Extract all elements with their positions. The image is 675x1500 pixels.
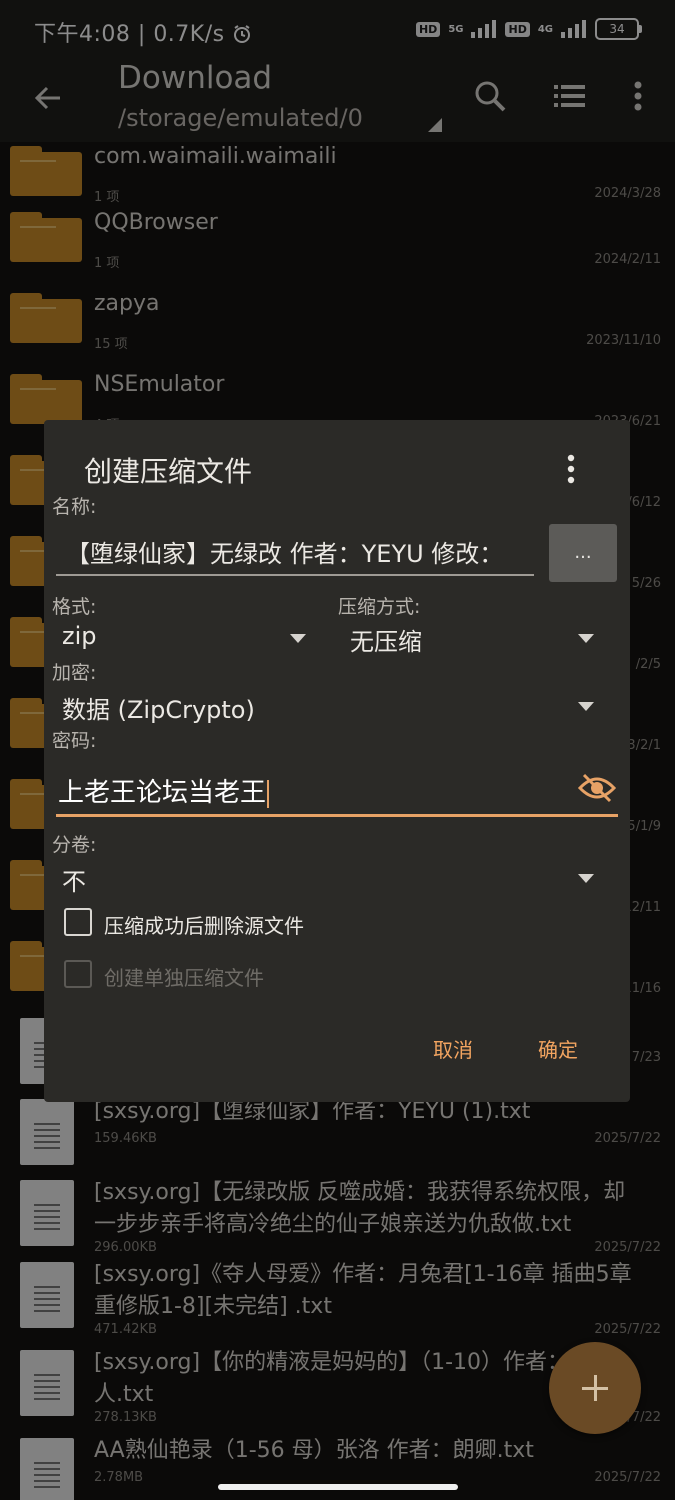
method-value: 无压缩 (350, 628, 422, 656)
chevron-down-icon (578, 702, 594, 711)
archive-name-input[interactable]: 【堕绿仙家】无绿改 作者：YEYU 修改： (56, 528, 534, 576)
chevron-down-icon (578, 874, 594, 883)
password-field[interactable]: 上老王论坛当老王 (56, 766, 618, 817)
delete-source-checkbox[interactable] (64, 908, 92, 936)
format-label: 格式: (52, 596, 97, 618)
dialog-title: 创建压缩文件 (84, 455, 253, 488)
password-value: 上老王论坛当老王 (58, 778, 267, 808)
split-volume-select[interactable]: 不 (50, 862, 598, 898)
separate-archive-checkbox (64, 960, 92, 988)
visibility-off-icon[interactable] (578, 772, 616, 804)
cancel-button[interactable]: 取消 (433, 1034, 473, 1063)
delete-source-label[interactable]: 压缩成功后删除源文件 (104, 910, 304, 939)
home-indicator[interactable] (218, 1484, 458, 1490)
name-label: 名称: (52, 496, 97, 518)
add-button[interactable] (549, 1342, 641, 1434)
encryption-label: 加密: (52, 662, 97, 684)
separate-archive-label: 创建单独压缩文件 (104, 966, 264, 990)
dialog-overflow-menu-icon[interactable] (560, 452, 582, 486)
split-value: 不 (62, 868, 86, 896)
method-label: 压缩方式: (338, 596, 421, 618)
chevron-down-icon (578, 634, 594, 643)
ok-button[interactable]: 确定 (538, 1034, 578, 1063)
create-archive-dialog: 创建压缩文件 名称: 【堕绿仙家】无绿改 作者：YEYU 修改： ... 格式:… (44, 420, 630, 1102)
encryption-value: 数据 (ZipCrypto) (62, 696, 255, 724)
format-value: zip (62, 622, 97, 650)
text-cursor (267, 779, 270, 808)
chevron-down-icon (290, 634, 306, 643)
encryption-select[interactable]: 数据 (ZipCrypto) (50, 690, 598, 726)
format-select[interactable]: zip (50, 622, 310, 658)
password-label: 密码: (52, 730, 97, 752)
split-label: 分卷: (52, 834, 97, 856)
compression-method-select[interactable]: 无压缩 (338, 622, 598, 658)
archive-name-value: 【堕绿仙家】无绿改 作者：YEYU 修改： (66, 540, 504, 568)
browse-button[interactable]: ... (549, 524, 617, 582)
